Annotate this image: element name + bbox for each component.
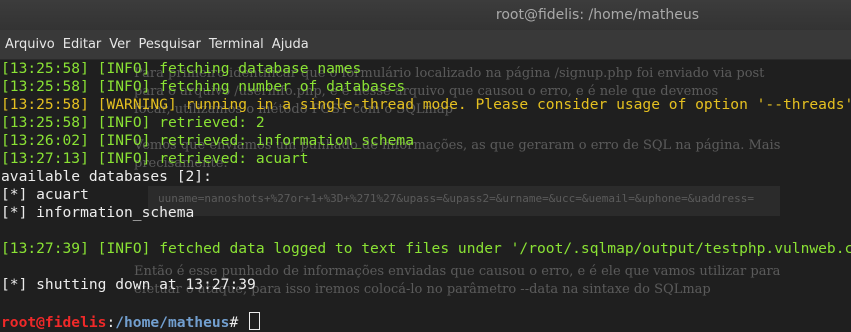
log-time: [13:27:39] — [1, 240, 89, 257]
log-message: fetching database names — [159, 60, 362, 77]
terminal-area[interactable]: Para primeiro identificar que o formulár… — [0, 60, 851, 332]
log-level: [WARNING] — [97, 96, 177, 113]
log-message: retrieved: acuart — [159, 150, 309, 167]
log-level: [INFO] — [97, 240, 151, 257]
window-titlebar[interactable]: root@fidelis: /home/matheus — [0, 0, 851, 30]
available-databases-header: available databases [2]: — [1, 168, 212, 185]
log-message: fetching number of databases — [159, 78, 406, 95]
log-time: [13:25:58] — [1, 96, 89, 113]
log-line-warning: [13:25:58] [WARNING] running in a single… — [1, 96, 851, 114]
prompt-separator: : — [106, 314, 116, 331]
log-message: retrieved: information_schema — [159, 132, 414, 149]
log-time: [13:26:02] — [1, 132, 89, 149]
text-cursor — [249, 312, 261, 330]
log-level: [INFO] — [97, 114, 151, 131]
log-line-fetched: [13:27:39] [INFO] fetched data logged to… — [1, 240, 851, 258]
log-line: [13:27:13] [INFO] retrieved: acuart — [1, 150, 851, 168]
database-entry: [*] information_schema — [1, 204, 195, 221]
menu-bar: Arquivo Editar Ver Pesquisar Terminal Aj… — [0, 30, 851, 60]
menu-ver[interactable]: Ver — [109, 35, 130, 54]
log-time: [13:25:58] — [1, 60, 89, 77]
log-level: [INFO] — [97, 78, 151, 95]
log-message: running in a single-thread mode. Please … — [185, 96, 851, 113]
log-time: [13:27:13] — [1, 150, 89, 167]
log-line: [13:26:02] [INFO] retrieved: information… — [1, 132, 851, 150]
menu-ajuda[interactable]: Ajuda — [272, 35, 309, 54]
log-line: [13:25:58] [INFO] fetching database name… — [1, 60, 851, 78]
menu-editar[interactable]: Editar — [63, 35, 102, 54]
log-level: [INFO] — [97, 150, 151, 167]
log-message: fetched data logged to text files under … — [159, 240, 851, 257]
log-line: [13:25:58] [INFO] retrieved: 2 — [1, 114, 851, 132]
terminal-output: [13:25:58] [INFO] fetching database name… — [1, 60, 851, 331]
log-line: [13:25:58] [INFO] fetching number of dat… — [1, 78, 851, 96]
prompt-user: root@fidelis — [1, 314, 107, 331]
log-level: [INFO] — [97, 60, 151, 77]
prompt-symbol: # — [229, 314, 248, 331]
menu-arquivo[interactable]: Arquivo — [5, 35, 55, 54]
prompt-path: /home/matheus — [115, 314, 230, 331]
log-level: [INFO] — [97, 132, 151, 149]
database-entry: [*] acuart — [1, 186, 89, 203]
menu-pesquisar[interactable]: Pesquisar — [139, 35, 201, 54]
shell-prompt[interactable]: root@fidelis:/home/matheus# — [1, 312, 851, 331]
menu-terminal[interactable]: Terminal — [209, 35, 264, 54]
shutdown-line: [*] shutting down at 13:27:39 — [1, 276, 256, 293]
log-time: [13:25:58] — [1, 78, 89, 95]
log-time: [13:25:58] — [1, 114, 89, 131]
window-title: root@fidelis: /home/matheus — [495, 7, 699, 23]
log-message: retrieved: 2 — [159, 114, 265, 131]
